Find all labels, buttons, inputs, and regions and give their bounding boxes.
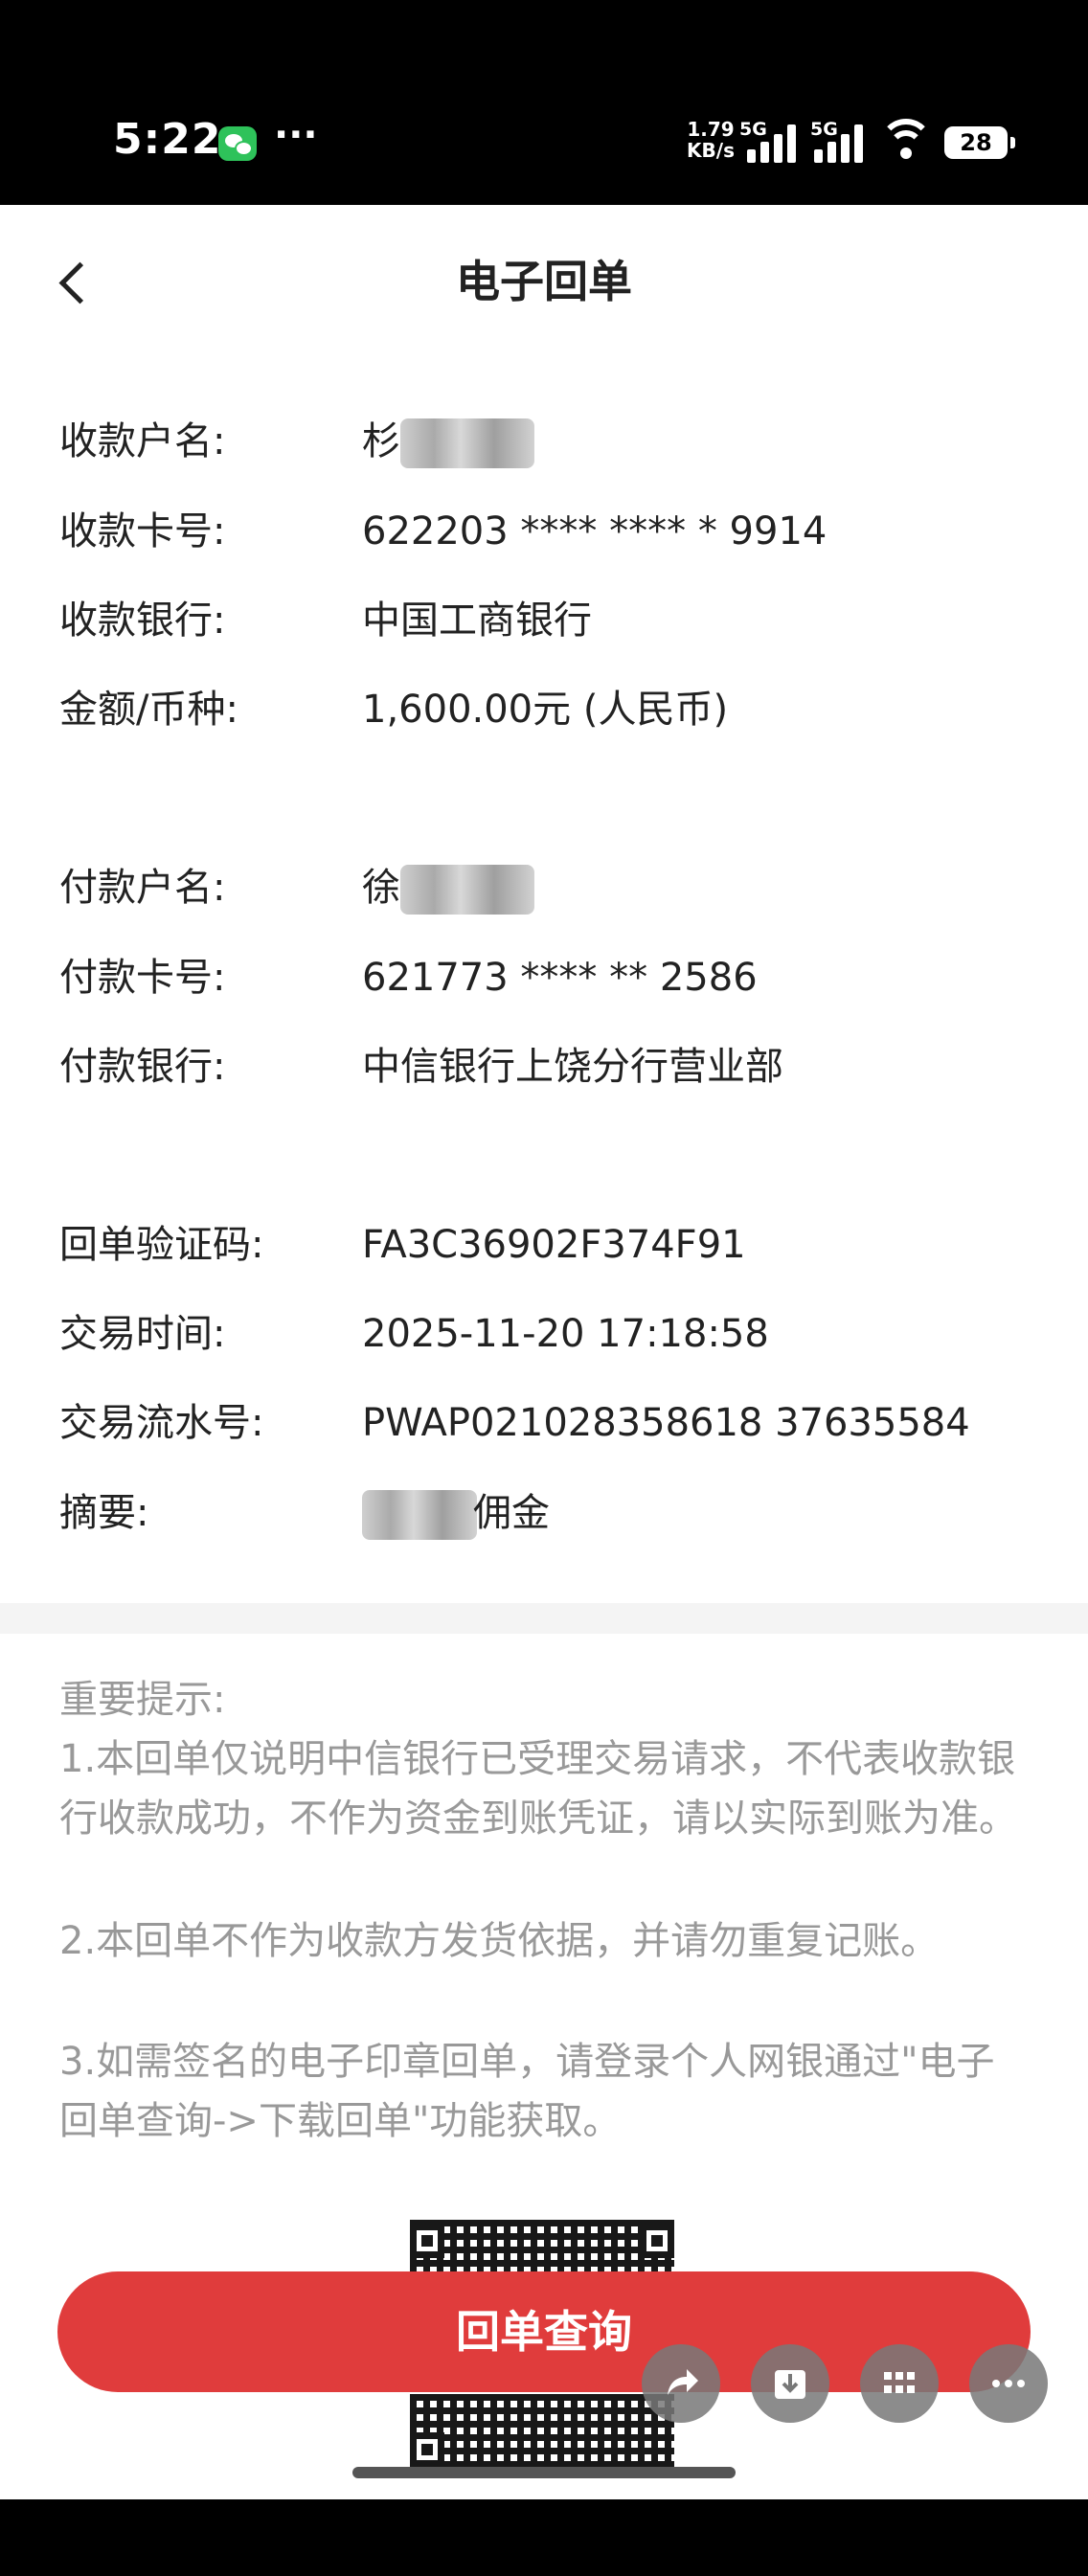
verify-code-row: 回单验证码: FA3C36902F374F91 bbox=[0, 1211, 1088, 1278]
redacted-blur bbox=[362, 1490, 477, 1540]
payer-bank-row: 付款银行: 中信银行上饶分行营业部 bbox=[0, 1033, 1088, 1100]
memo-label: 摘要: bbox=[59, 1491, 149, 1535]
payee-card-label: 收款卡号: bbox=[59, 509, 226, 554]
cellular-signal-icon-2: 5G bbox=[810, 119, 887, 163]
tip-item-1: 1.本回单仅说明中信银行已受理交易请求，不代表收款银行收款成功，不作为资金到账凭… bbox=[59, 1737, 1017, 1841]
memo-value-text: 佣金 bbox=[473, 1491, 550, 1535]
payer-card-row: 付款卡号: 621773 **** ** 2586 bbox=[0, 944, 1088, 1011]
payer-bank-value: 中信银行上饶分行营业部 bbox=[362, 1045, 783, 1089]
memo-value: 佣金 bbox=[362, 1480, 550, 1547]
status-bar: 5:22 ··· 1.79 KB/s 5G 5G 28 bbox=[0, 0, 1088, 205]
amount-label: 金额/币种: bbox=[59, 688, 238, 732]
payee-card-value: 622203 **** **** * 9914 bbox=[362, 509, 827, 554]
verify-code-value: FA3C36902F374F91 bbox=[362, 1223, 746, 1267]
payer-name-value: 徐 bbox=[362, 854, 534, 921]
apps-button[interactable] bbox=[860, 2344, 939, 2423]
qr-code-bottom bbox=[410, 2394, 674, 2471]
more-icon bbox=[992, 2380, 1025, 2387]
network-speed-unit: KB/s bbox=[687, 139, 735, 162]
payee-bank-value: 中国工商银行 bbox=[362, 599, 592, 643]
tip-item-3: 3.如需签名的电子印章回单，请登录个人网银通过"电子回单查询->下载回单"功能获… bbox=[59, 2040, 995, 2143]
verify-code-label: 回单验证码: bbox=[59, 1223, 264, 1267]
wechat-icon bbox=[218, 126, 257, 161]
payer-name-visible: 徐 bbox=[362, 866, 400, 910]
bottom-bar bbox=[0, 2499, 1088, 2576]
page-title: 电子回单 bbox=[456, 256, 632, 307]
payee-name-row: 收款户名: 杉 bbox=[0, 408, 1088, 475]
tip-item-2: 2.本回单不作为收款方发货依据，并请勿重复记账。 bbox=[59, 1919, 940, 1963]
download-icon bbox=[775, 2370, 805, 2399]
share-icon bbox=[668, 2369, 698, 2395]
cellular-signal-icon: 5G bbox=[739, 119, 816, 163]
wifi-icon bbox=[879, 119, 933, 163]
status-time: 5:22 bbox=[113, 115, 222, 164]
tips-title: 重要提示: bbox=[59, 1678, 226, 1722]
serial-label: 交易流水号: bbox=[59, 1401, 264, 1445]
trade-time-row: 交易时间: 2025-11-20 17:18:58 bbox=[0, 1300, 1088, 1367]
trade-time-value: 2025-11-20 17:18:58 bbox=[362, 1312, 769, 1356]
home-indicator[interactable] bbox=[352, 2467, 736, 2478]
payee-bank-label: 收款银行: bbox=[59, 599, 226, 643]
payer-name-label: 付款户名: bbox=[59, 866, 226, 910]
memo-row: 摘要: 佣金 bbox=[0, 1480, 1088, 1547]
payee-name-visible: 杉 bbox=[362, 419, 400, 463]
payer-card-value: 621773 **** ** 2586 bbox=[362, 956, 758, 1000]
serial-row: 交易流水号: PWAP021028358618 37635584 bbox=[0, 1390, 1088, 1457]
payer-card-label: 付款卡号: bbox=[59, 956, 226, 1000]
payee-name-label: 收款户名: bbox=[59, 419, 226, 463]
section-divider bbox=[0, 1603, 1088, 1634]
download-button[interactable] bbox=[751, 2344, 829, 2423]
payee-card-row: 收款卡号: 622203 **** **** * 9914 bbox=[0, 498, 1088, 565]
grid-icon bbox=[884, 2372, 915, 2393]
cellular-type-label-2: 5G bbox=[810, 119, 838, 140]
cellular-type-label: 5G bbox=[739, 119, 767, 140]
trade-time-label: 交易时间: bbox=[59, 1312, 226, 1356]
network-speed-value: 1.79 bbox=[687, 118, 735, 141]
screen: 5:22 ··· 1.79 KB/s 5G 5G 28 电子回单 收款户名: 杉… bbox=[0, 0, 1088, 2576]
battery-indicator: 28 bbox=[944, 126, 1015, 159]
share-button[interactable] bbox=[642, 2344, 720, 2423]
payee-bank-row: 收款银行: 中国工商银行 bbox=[0, 587, 1088, 654]
redacted-blur bbox=[400, 418, 534, 468]
network-speed: 1.79 KB/s bbox=[682, 119, 739, 161]
more-button[interactable] bbox=[969, 2344, 1048, 2423]
payer-name-row: 付款户名: 徐 bbox=[0, 854, 1088, 921]
redacted-blur bbox=[400, 865, 534, 915]
more-notifications-icon: ··· bbox=[274, 113, 318, 157]
serial-value: PWAP021028358618 37635584 bbox=[362, 1401, 970, 1445]
payee-name-value: 杉 bbox=[362, 408, 534, 475]
amount-value: 1,600.00元 (人民币) bbox=[362, 688, 729, 732]
receipt-page: 电子回单 收款户名: 杉 收款卡号: 622203 **** **** * 99… bbox=[0, 205, 1088, 2499]
amount-row: 金额/币种: 1,600.00元 (人民币) bbox=[0, 676, 1088, 743]
payer-bank-label: 付款银行: bbox=[59, 1045, 226, 1089]
